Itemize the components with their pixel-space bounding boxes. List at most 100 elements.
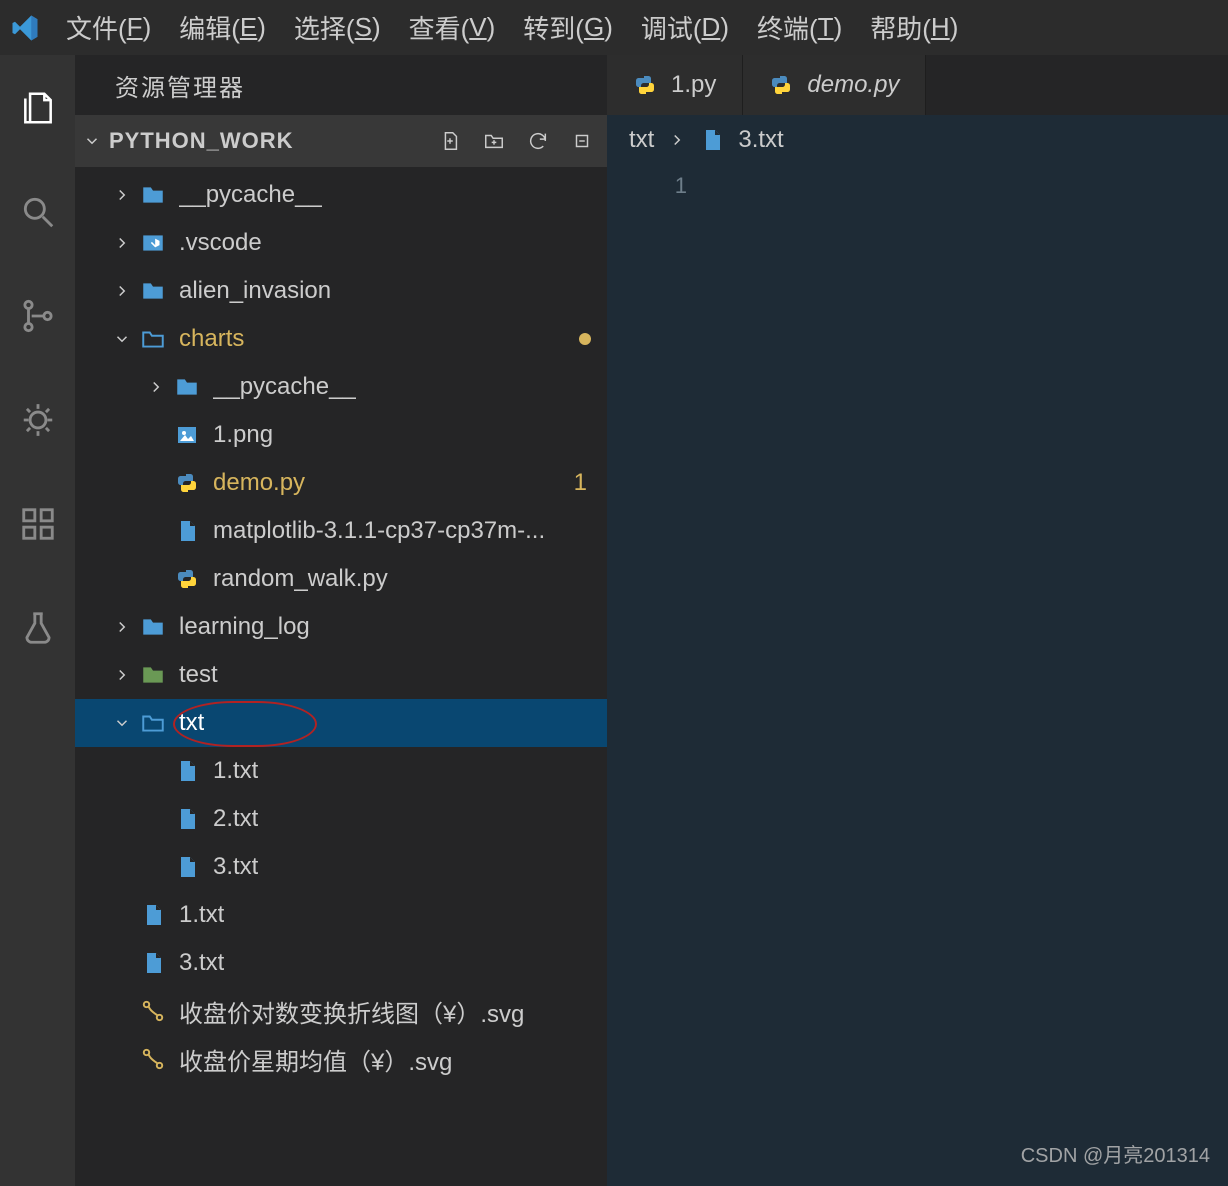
editor-gutter: 1 [607, 165, 1228, 199]
activity-test-icon[interactable] [15, 605, 61, 651]
explorer-sidebar: 资源管理器 PYTHON_WORK __pycache__ .vscode alie… [75, 55, 607, 1186]
python-icon [173, 565, 201, 593]
file-icon [139, 949, 167, 977]
tree-item-svg1[interactable]: 收盘价对数变换折线图（¥）.svg [75, 987, 607, 1035]
tree-item-3txt-in[interactable]: 3.txt [75, 843, 607, 891]
tree-item-matplotlib[interactable]: matplotlib-3.1.1-cp37-cp37m-... [75, 507, 607, 555]
line-number: 1 [667, 173, 687, 199]
python-icon [173, 469, 201, 497]
explorer-section-label: PYTHON_WORK [109, 128, 294, 154]
breadcrumb[interactable]: txt 3.txt [607, 115, 1228, 165]
menu-help[interactable]: 帮助(H) [856, 0, 972, 55]
activity-search-icon[interactable] [15, 189, 61, 235]
menu-file[interactable]: 文件(F) [52, 0, 165, 55]
new-folder-icon[interactable] [483, 130, 505, 152]
chevron-right-icon [111, 282, 133, 300]
tree-item-rwalk[interactable]: random_walk.py [75, 555, 607, 603]
explorer-section-header[interactable]: PYTHON_WORK [75, 115, 607, 167]
problem-count: 1 [574, 469, 587, 497]
explorer-title: 资源管理器 [75, 55, 607, 115]
tree-item-label: __pycache__ [213, 373, 356, 401]
tree-item-svg2[interactable]: 收盘价星期均值（¥）.svg [75, 1035, 607, 1083]
editor-tab-t2[interactable]: demo.py [743, 55, 926, 115]
main-area: 资源管理器 PYTHON_WORK __pycache__ .vscode alie… [0, 55, 1228, 1186]
tree-item-png[interactable]: 1.png [75, 411, 607, 459]
tree-item-2txt-in[interactable]: 2.txt [75, 795, 607, 843]
folder-open-icon [139, 325, 167, 353]
watermark-text: CSDN @月亮201314 [1021, 1139, 1210, 1168]
tree-item-label: 3.txt [213, 853, 258, 881]
chevron-right-icon [111, 186, 133, 204]
new-file-icon[interactable] [439, 130, 461, 152]
tree-item-1txt[interactable]: 1.txt [75, 891, 607, 939]
tree-item-label: .vscode [179, 229, 262, 257]
menu-selection[interactable]: 选择(S) [280, 0, 395, 55]
tree-item-llog[interactable]: learning_log [75, 603, 607, 651]
file-icon [173, 517, 201, 545]
activity-scm-icon[interactable] [15, 293, 61, 339]
tree-item-alien[interactable]: alien_invasion [75, 267, 607, 315]
activity-explorer-icon[interactable] [15, 85, 61, 131]
tree-item-3txt[interactable]: 3.txt [75, 939, 607, 987]
tree-item-label: 1.txt [179, 901, 224, 929]
activity-bar [0, 55, 75, 1186]
vscode-folder-icon [139, 229, 167, 257]
svg-icon [139, 1045, 167, 1073]
refresh-icon[interactable] [527, 130, 549, 152]
chevron-down-icon [111, 330, 133, 348]
tree-item-label: __pycache__ [179, 181, 322, 209]
tree-item-charts-pyc[interactable]: __pycache__ [75, 363, 607, 411]
menu-view[interactable]: 查看(V) [395, 0, 510, 55]
tab-label: demo.py [807, 71, 899, 99]
tree-item-label: random_walk.py [213, 565, 388, 593]
menubar: 文件(F) 编辑(E) 选择(S) 查看(V) 转到(G) 调试(D) 终端(T… [0, 0, 1228, 55]
python-icon [633, 73, 657, 97]
tree-item-charts[interactable]: charts [75, 315, 607, 363]
tab-label: 1.py [671, 71, 716, 99]
activity-extensions-icon[interactable] [15, 501, 61, 547]
tree-item-txt[interactable]: txt [75, 699, 607, 747]
tree-item-label: 收盘价星期均值（¥）.svg [179, 1042, 452, 1077]
file-icon [173, 805, 201, 833]
chevron-right-icon [111, 234, 133, 252]
activity-debug-icon[interactable] [15, 397, 61, 443]
tree-item-label: 1.txt [213, 757, 258, 785]
editor-tabs: 1.py demo.py [607, 55, 1228, 115]
folder-icon [139, 613, 167, 641]
file-tree: __pycache__ .vscode alien_invasioncharts __… [75, 167, 607, 1186]
tree-item-1txt-in[interactable]: 1.txt [75, 747, 607, 795]
chevron-right-icon [111, 618, 133, 636]
tree-item-vscode[interactable]: .vscode [75, 219, 607, 267]
tree-item-label: txt [179, 709, 204, 737]
folder-icon [139, 277, 167, 305]
explorer-section-actions [439, 130, 607, 152]
vscode-logo-icon [10, 13, 40, 43]
tree-item-pycache[interactable]: __pycache__ [75, 171, 607, 219]
folder-open-icon [139, 709, 167, 737]
tree-item-label: 2.txt [213, 805, 258, 833]
tree-item-label: alien_invasion [179, 277, 331, 305]
editor-tab-t1[interactable]: 1.py [607, 55, 743, 115]
menu-go[interactable]: 转到(G) [509, 0, 627, 55]
file-icon [139, 901, 167, 929]
file-icon [700, 128, 724, 152]
tree-item-test[interactable]: test [75, 651, 607, 699]
menu-edit[interactable]: 编辑(E) [165, 0, 280, 55]
chevron-right-icon [145, 378, 167, 396]
chevron-down-icon [111, 714, 133, 732]
file-icon [173, 853, 201, 881]
tree-item-label: matplotlib-3.1.1-cp37-cp37m-... [213, 517, 545, 545]
folder-icon [139, 181, 167, 209]
editor-area: 1.py demo.py txt 3.txt 1 [607, 55, 1228, 1186]
collapse-all-icon[interactable] [571, 130, 593, 152]
tree-item-label: test [179, 661, 218, 689]
tree-item-label: learning_log [179, 613, 310, 641]
svg-icon [139, 997, 167, 1025]
chevron-down-icon [83, 132, 101, 150]
tree-item-demo[interactable]: demo.py1 [75, 459, 607, 507]
python-icon [769, 73, 793, 97]
tree-item-label: 1.png [213, 421, 273, 449]
menu-terminal[interactable]: 终端(T) [743, 0, 856, 55]
menu-debug[interactable]: 调试(D) [627, 0, 743, 55]
chevron-right-icon [668, 131, 686, 149]
